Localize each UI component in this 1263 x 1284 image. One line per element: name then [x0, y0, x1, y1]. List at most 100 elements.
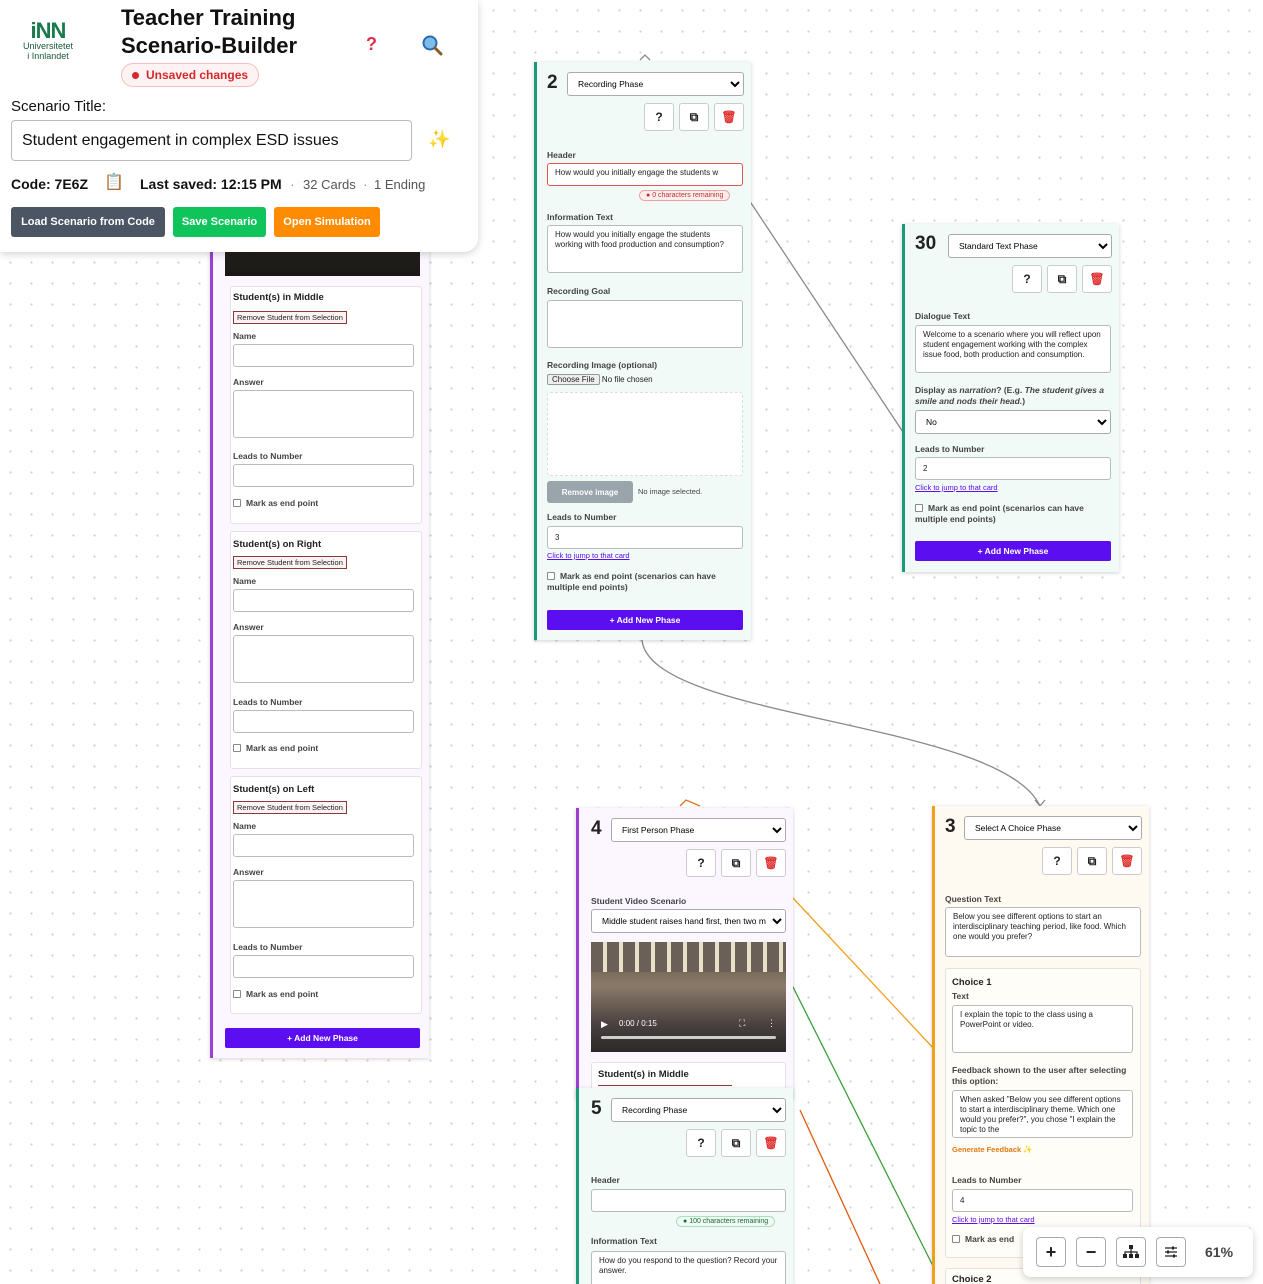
trash-icon: 🗑: [763, 1136, 779, 1150]
feedback-textarea[interactable]: When asked "Below you see different opti…: [952, 1090, 1133, 1138]
delete-button[interactable]: 🗑: [756, 849, 786, 877]
help-button[interactable]: ?: [644, 103, 674, 131]
answer-textarea[interactable]: [233, 880, 414, 928]
magnifier-icon[interactable]: [421, 34, 443, 56]
name-input[interactable]: [233, 834, 414, 857]
leads-to-input[interactable]: 4: [952, 1189, 1133, 1212]
open-simulation-button[interactable]: Open Simulation: [274, 207, 380, 237]
clipboard-icon[interactable]: 📋: [104, 172, 124, 192]
add-new-phase-button[interactable]: + Add New Phase: [915, 541, 1111, 561]
duplicate-button[interactable]: ⧉: [679, 103, 709, 131]
student-section-middle: Student(s) in Middle Remove Student from…: [230, 286, 422, 524]
checkbox-box[interactable]: [915, 504, 923, 512]
leads-to-input[interactable]: 2: [915, 457, 1111, 480]
leads-to-input[interactable]: 3: [547, 526, 743, 549]
answer-textarea[interactable]: [233, 390, 414, 438]
load-scenario-button[interactable]: Load Scenario from Code: [11, 207, 165, 237]
zoom-in-button[interactable]: +: [1036, 1237, 1066, 1267]
jump-to-card-link[interactable]: Click to jump to that card: [547, 551, 630, 560]
sparkle-icon[interactable]: ✨: [428, 129, 450, 150]
info-text-textarea[interactable]: How would you initially engage the stude…: [547, 225, 743, 273]
leads-to-input[interactable]: [233, 464, 414, 487]
zoom-out-button[interactable]: −: [1076, 1237, 1106, 1267]
scenario-title-input[interactable]: Student engagement in complex ESD issues: [11, 120, 412, 161]
phase-type-select[interactable]: Recording Phase: [611, 1098, 786, 1122]
duplicate-button[interactable]: ⧉: [721, 849, 751, 877]
more-options-icon[interactable]: ⋮: [767, 1018, 776, 1029]
settings-sliders-button[interactable]: [1156, 1237, 1186, 1267]
add-new-phase-button[interactable]: + Add New Phase: [547, 610, 743, 630]
name-input[interactable]: [233, 344, 414, 367]
add-new-phase-button[interactable]: + Add New Phase: [225, 1028, 420, 1048]
jump-to-card-link[interactable]: Click to jump to that card: [952, 1215, 1035, 1224]
choose-file-button[interactable]: Choose File: [547, 374, 600, 385]
end-point-checkbox[interactable]: Mark as end point (scenarios can have mu…: [547, 571, 747, 593]
end-point-checkbox[interactable]: Mark as end point: [233, 743, 318, 754]
jump-to-card-link[interactable]: Click to jump to that card: [915, 483, 998, 492]
end-point-label: Mark as end point (scenarios can have mu…: [547, 571, 716, 593]
delete-button[interactable]: 🗑: [756, 1129, 786, 1157]
narration-select[interactable]: No: [915, 410, 1111, 434]
leads-to-input[interactable]: [233, 710, 414, 733]
fullscreen-icon[interactable]: ⛶: [739, 1018, 745, 1029]
leads-to-input[interactable]: [233, 955, 414, 978]
recording-goal-textarea[interactable]: [547, 300, 743, 348]
phase-card-30: 30 Standard Text Phase ? ⧉ 🗑 Dialogue Te…: [902, 224, 1119, 572]
checkbox-box[interactable]: [952, 1235, 960, 1243]
narration-label: Display as narration? (E.g. The student …: [915, 385, 1111, 407]
delete-button[interactable]: 🗑: [1112, 847, 1142, 875]
question-text-textarea[interactable]: Below you see different options to start…: [945, 907, 1141, 957]
sliders-icon: [1165, 1246, 1177, 1258]
help-button[interactable]: ?: [686, 849, 716, 877]
help-button[interactable]: ?: [686, 1129, 716, 1157]
end-point-checkbox[interactable]: Mark as end point: [233, 989, 318, 1000]
header-label: Header: [591, 1175, 620, 1185]
delete-button[interactable]: 🗑: [1082, 265, 1112, 293]
dialogue-text-textarea[interactable]: Welcome to a scenario where you will ref…: [915, 325, 1111, 373]
choice-text-textarea[interactable]: I explain the topic to the class using a…: [952, 1005, 1133, 1053]
card-number: 3: [945, 816, 956, 837]
copy-icon: ⧉: [1057, 271, 1067, 286]
auto-layout-button[interactable]: [1116, 1237, 1146, 1267]
play-icon[interactable]: ▶: [601, 1019, 608, 1030]
end-point-checkbox[interactable]: Mark as end: [952, 1234, 1014, 1245]
delete-button[interactable]: 🗑: [714, 103, 744, 131]
remove-student-button[interactable]: Remove Student from Selection: [233, 556, 347, 569]
end-point-label: Mark as end point: [246, 498, 319, 508]
remove-student-button[interactable]: Remove Student from Selection: [233, 801, 347, 814]
video-progress-bar[interactable]: [601, 1036, 776, 1039]
phase-type-select[interactable]: Select A Choice Phase: [964, 816, 1142, 840]
video-scenario-select[interactable]: Middle student raises hand first, then t…: [591, 909, 786, 933]
help-button[interactable]: ?: [1012, 265, 1042, 293]
phase-type-select[interactable]: Recording Phase: [567, 72, 744, 96]
recording-goal-label: Recording Goal: [547, 286, 611, 296]
name-input[interactable]: [233, 589, 414, 612]
answer-textarea[interactable]: [233, 635, 414, 683]
checkbox-box[interactable]: [233, 499, 241, 507]
info-text-textarea[interactable]: How do you respond to the question? Reco…: [591, 1251, 786, 1284]
duplicate-button[interactable]: ⧉: [721, 1129, 751, 1157]
help-button[interactable]: ?: [1042, 847, 1072, 875]
end-point-checkbox[interactable]: Mark as end point: [233, 498, 318, 509]
no-image-text: No image selected.: [638, 487, 703, 496]
question-mark-icon[interactable]: ?: [366, 34, 377, 55]
trash-icon: 🗑: [1089, 272, 1105, 286]
copy-icon: ⧉: [1087, 853, 1097, 868]
trash-icon: 🗑: [721, 110, 737, 124]
duplicate-button[interactable]: ⧉: [1077, 847, 1107, 875]
end-point-label: Mark as end: [965, 1234, 1015, 1244]
checkbox-box[interactable]: [233, 744, 241, 752]
end-point-checkbox[interactable]: Mark as end point (scenarios can have mu…: [915, 503, 1115, 525]
header-input[interactable]: [591, 1189, 786, 1212]
remove-image-button[interactable]: Remove image: [547, 481, 633, 503]
save-scenario-button[interactable]: Save Scenario: [173, 207, 266, 237]
phase-type-select[interactable]: First Person Phase: [611, 818, 786, 842]
checkbox-box[interactable]: [233, 990, 241, 998]
generate-feedback-button[interactable]: Generate Feedback ✨: [952, 1145, 1033, 1154]
remove-student-button[interactable]: Remove Student from Selection: [233, 311, 347, 324]
checkbox-box[interactable]: [547, 572, 555, 580]
phase-type-select[interactable]: Standard Text Phase: [948, 234, 1112, 258]
video-player[interactable]: ▶ 0:00 / 0:15 ⛶ ⋮: [591, 942, 786, 1052]
header-input[interactable]: How would you initially engage the stude…: [547, 163, 743, 186]
duplicate-button[interactable]: ⧉: [1047, 265, 1077, 293]
